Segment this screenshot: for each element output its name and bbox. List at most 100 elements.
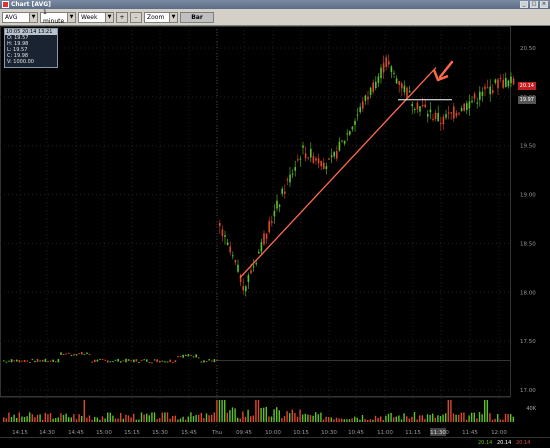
minimize-button[interactable]: _ [520, 1, 528, 8]
volume-bar [257, 400, 260, 422]
candle [499, 77, 502, 79]
close-button[interactable]: × [540, 1, 548, 8]
candle [226, 242, 229, 246]
volume-bar [255, 400, 257, 422]
volume-bar [143, 414, 145, 422]
interval-select[interactable]: 1 minute ▼ [40, 9, 76, 25]
volume-bar [429, 414, 431, 422]
chart-canvas[interactable]: 20.5020.0019.5019.0018.5018.0017.5017.00… [0, 26, 550, 437]
volume-bar [242, 411, 244, 422]
candle [255, 263, 257, 265]
candle [440, 123, 442, 125]
chevron-down-icon: ▼ [67, 12, 75, 22]
candle [99, 358, 101, 360]
volume-bar [491, 419, 494, 422]
candle [419, 106, 421, 112]
candle [421, 105, 424, 107]
volume-bar [497, 414, 499, 422]
candle [492, 90, 494, 93]
volume-bar [278, 410, 280, 422]
candle [291, 173, 294, 175]
volume-bar [3, 417, 5, 422]
candle [237, 264, 239, 272]
zoom-select[interactable]: Zoom ▼ [144, 11, 178, 23]
candle [263, 233, 265, 245]
volume-bar [354, 416, 356, 422]
range-select[interactable]: Week ▼ [78, 11, 114, 23]
volume-bar [190, 412, 192, 422]
candle [75, 354, 78, 356]
volume-bar [226, 412, 228, 422]
candle [174, 360, 177, 363]
time-axis-label: 14:15 [12, 430, 28, 436]
maximize-button[interactable]: □ [530, 1, 538, 8]
candle [213, 359, 216, 363]
volume-bar [437, 415, 439, 422]
last-price-tag: 20.14 [517, 82, 536, 90]
time-axis-label: 10:45 [348, 430, 364, 436]
candle [328, 158, 330, 160]
candle [297, 159, 299, 161]
volume-bar [5, 418, 7, 422]
candle [114, 359, 117, 361]
candle [380, 67, 382, 79]
volume-bar [432, 413, 434, 422]
time-axis-label: 10:30 [321, 430, 337, 436]
volume-bar [99, 419, 101, 422]
volume-bar [166, 412, 169, 422]
symbol-select[interactable]: AVG ▼ [2, 11, 38, 23]
volume-bar [377, 417, 379, 422]
bar-button[interactable]: Bar [180, 11, 214, 23]
candle [143, 359, 145, 361]
volume-bar [333, 419, 335, 422]
candle [65, 353, 67, 355]
zoom-in-button[interactable]: + [116, 11, 128, 23]
candle [336, 151, 338, 159]
candle [83, 353, 86, 355]
candle [44, 358, 47, 362]
volume-bar [96, 417, 98, 422]
volume-bar [153, 412, 156, 422]
candle [211, 360, 213, 362]
candle [125, 358, 127, 363]
window-title: Chart [AVG] [11, 1, 51, 8]
candle [281, 188, 283, 194]
candle [362, 101, 364, 109]
candle [153, 359, 156, 361]
info-volume: V: 1000.00 [7, 59, 34, 65]
candle [276, 200, 278, 209]
candle [286, 179, 289, 181]
volume-bar [42, 419, 44, 422]
volume-bar [403, 413, 405, 422]
volume-bar [502, 419, 504, 422]
volume-bar [406, 416, 408, 422]
candle [356, 114, 359, 116]
candle [325, 166, 328, 170]
volume-bar [393, 417, 395, 422]
zoom-out-button[interactable]: - [130, 11, 142, 23]
volume-bar [463, 412, 465, 422]
candle [78, 353, 80, 355]
volume-bar [268, 416, 270, 422]
volume-bar [104, 418, 106, 422]
candle [247, 275, 250, 282]
candle [13, 360, 15, 362]
candle [52, 359, 54, 363]
volume-bar [439, 415, 442, 422]
volume-bar [283, 416, 286, 422]
volume-bar [221, 400, 223, 422]
volume-bar [57, 417, 59, 422]
volume-bar [101, 416, 104, 422]
volume-bar [52, 418, 54, 422]
price-chart[interactable]: 20.5020.0019.5019.0018.5018.0017.5017.00… [0, 26, 550, 437]
volume-bar [507, 414, 509, 422]
candle [205, 360, 208, 362]
volume-bar [504, 413, 507, 422]
price-axis-label: 20.50 [520, 46, 536, 52]
candle [164, 361, 166, 363]
volume-bar [494, 418, 496, 422]
candle [466, 103, 468, 110]
candle [29, 361, 31, 363]
candle [219, 223, 221, 227]
volume-bar [169, 418, 171, 422]
